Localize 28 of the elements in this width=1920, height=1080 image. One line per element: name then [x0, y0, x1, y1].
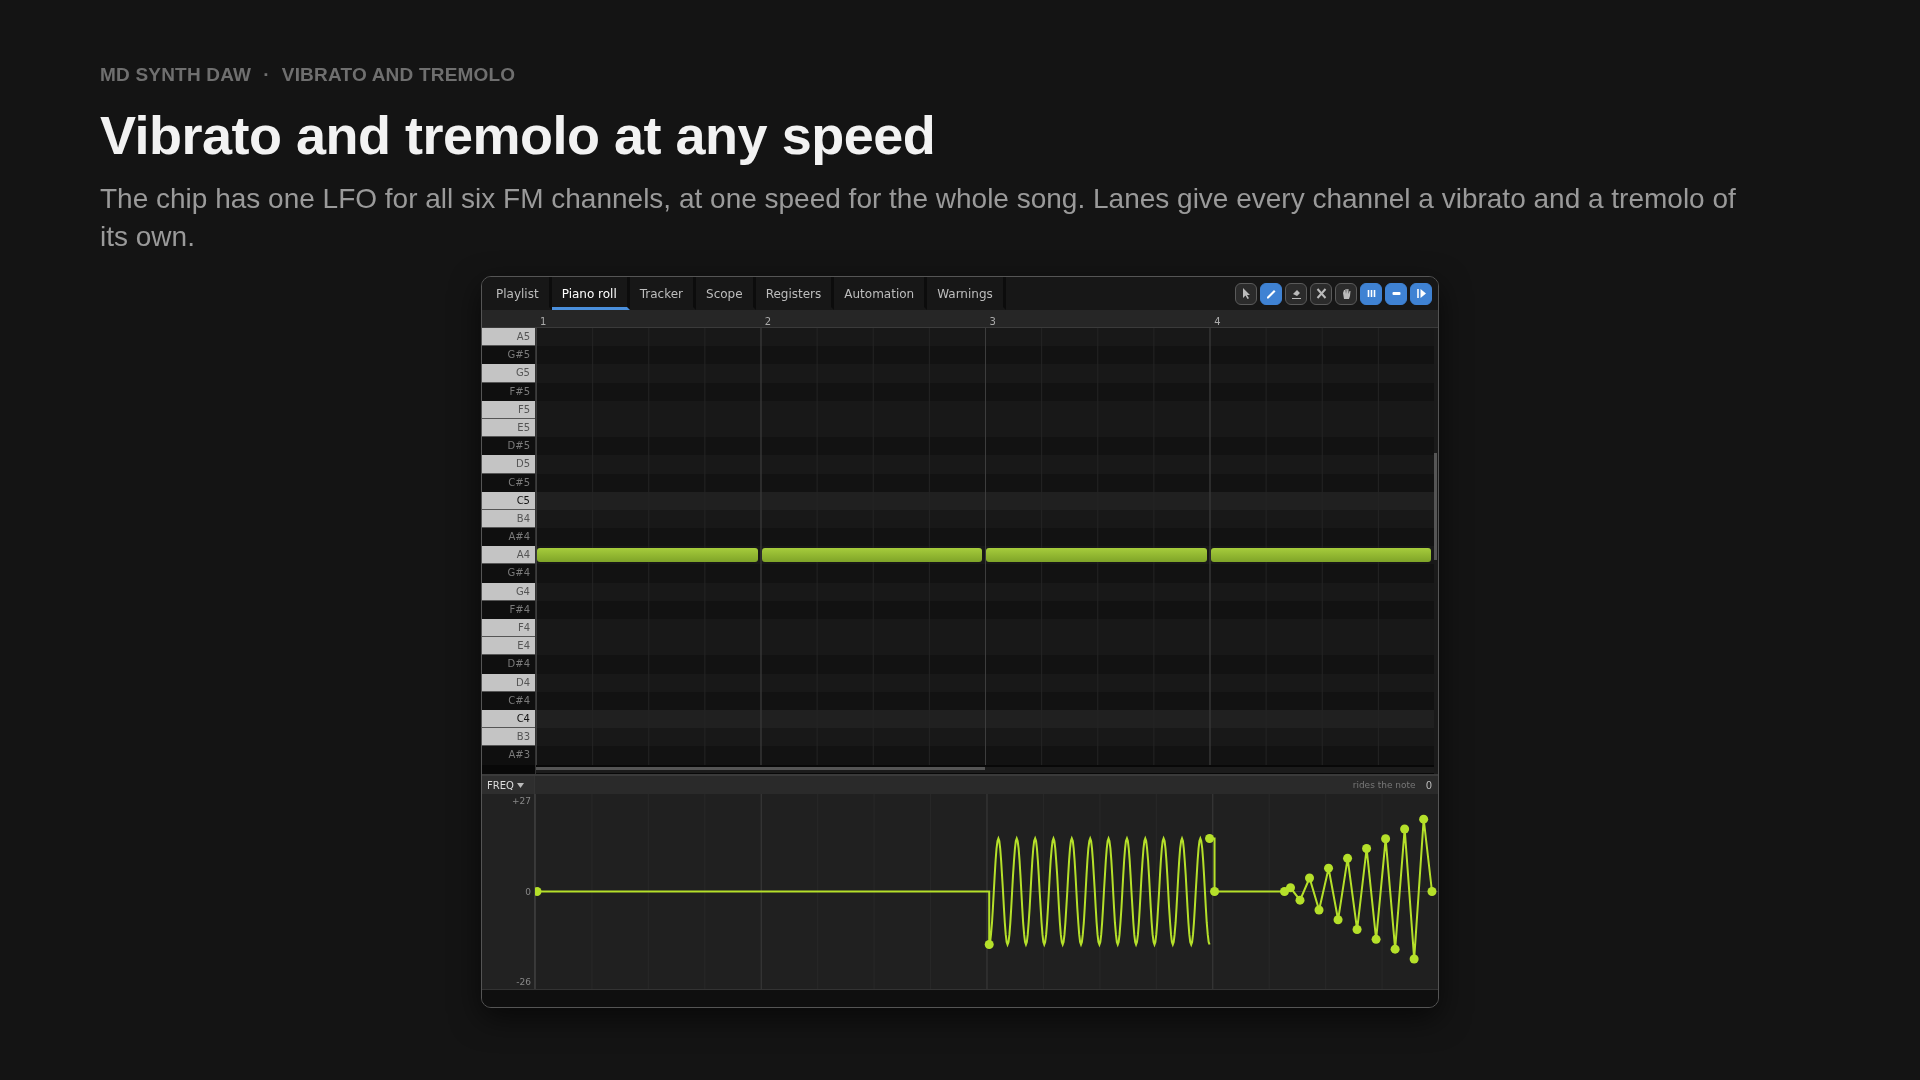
page-subtitle: The chip has one LFO for all six FM channels, at one speed for the whole song. Lanes give every channel a vibrato and a tremolo of its own.: [100, 182, 1737, 254]
piano-key[interactable]: G#4: [482, 564, 535, 583]
piano-key[interactable]: F4: [482, 619, 535, 638]
piano-key[interactable]: D#4: [482, 655, 535, 674]
piano-key[interactable]: G#5: [482, 346, 535, 365]
bar-number: 2: [763, 315, 772, 327]
page-title: Vibrato and tremolo at any speed: [100, 104, 937, 166]
piano-key[interactable]: G5: [482, 364, 535, 383]
bar-number: 4: [1213, 315, 1221, 327]
piano-key[interactable]: A5: [482, 328, 535, 347]
scale-label: +27: [512, 796, 531, 806]
piano-key[interactable]: A#4: [482, 528, 535, 547]
mode-label: rides the note: [1352, 780, 1416, 790]
breadcrumb-topic: VIBRATO AND TREMOLO: [281, 64, 516, 86]
piano-key[interactable]: D5: [482, 455, 535, 474]
bar-number: 1: [539, 315, 547, 327]
parameter-dropdown[interactable]: FREQ: [482, 776, 535, 794]
piano-key[interactable]: A#3: [482, 746, 535, 765]
piano-key[interactable]: B3: [482, 728, 535, 747]
scale-label: -26: [516, 977, 531, 987]
separator: ·: [263, 64, 270, 86]
piano-key[interactable]: D#5: [482, 437, 535, 456]
piano-key[interactable]: E4: [482, 637, 535, 656]
value-readout: 0: [1425, 779, 1432, 791]
bar-number: 3: [988, 315, 996, 327]
scale-label: 0: [525, 886, 531, 897]
breadcrumb-app: MD SYNTH DAW: [100, 64, 252, 86]
piano-key[interactable]: A4: [482, 546, 535, 565]
